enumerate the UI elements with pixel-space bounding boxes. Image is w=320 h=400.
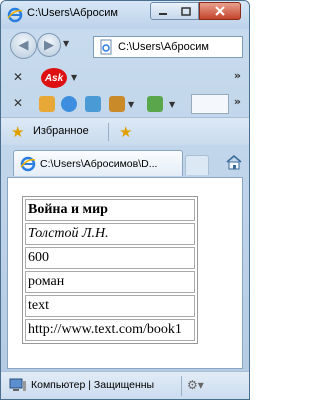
table-cell-pages: 600 (25, 247, 195, 269)
close-toolbar-icon[interactable]: ✕ (13, 70, 23, 84)
tab-label: C:\Users\Абросимов\D... (40, 158, 158, 170)
toolbar-grip[interactable] (191, 94, 229, 114)
table-row: 600 (25, 247, 195, 269)
forward-button[interactable]: ▶ (37, 33, 61, 57)
back-button[interactable]: ◀ (10, 32, 37, 59)
toolbar-icon-5[interactable] (147, 96, 163, 112)
navigation-bar: ◀ ▶ ▼ C:\Users\Абросим (1, 29, 249, 65)
toolbar-icon-3[interactable] (85, 96, 101, 112)
ask-logo[interactable]: Ask (41, 68, 67, 88)
favorites-label[interactable]: Избранное (33, 125, 89, 137)
arrow-left-icon: ◀ (18, 38, 29, 53)
new-tab-button[interactable] (185, 155, 209, 175)
favorites-star-icon[interactable]: ★ (11, 123, 24, 141)
title-bar[interactable]: C:\Users\Абросим (1, 1, 249, 29)
address-text[interactable]: C:\Users\Абросим (118, 41, 209, 53)
add-favorite-icon[interactable]: ★ (119, 123, 132, 141)
minimize-icon (158, 13, 167, 15)
status-text: Компьютер | Защищенны (31, 379, 155, 391)
minimize-button[interactable] (150, 2, 175, 20)
table-row: Война и мир (25, 199, 195, 221)
close-icon (215, 6, 225, 16)
zone-settings-icon[interactable]: ⚙▾ (187, 378, 204, 392)
maximize-icon (181, 6, 191, 16)
arrow-right-icon: ▶ (44, 37, 54, 53)
table-row: роман (25, 271, 195, 293)
book-table: Война и мир Толстой Л.Н. 600 роман text … (22, 196, 198, 344)
dropdown-icon[interactable]: ▼ (169, 100, 175, 109)
status-bar: Компьютер | Защищенны ⚙▾ (1, 371, 249, 399)
divider (108, 123, 109, 141)
dropdown-icon[interactable]: ▼ (128, 100, 134, 109)
page-icon (100, 39, 112, 55)
favorites-bar: ★ Избранное ★ (1, 117, 249, 145)
toolbar-icon-2[interactable] (61, 96, 77, 112)
computer-icon (9, 378, 26, 391)
toolbar-icon-1[interactable] (39, 96, 55, 112)
table-cell-author: Толстой Л.Н. (25, 223, 195, 245)
maximize-button[interactable] (174, 2, 199, 20)
table-row: http://www.text.com/book1 (25, 319, 195, 341)
table-row: Толстой Л.Н. (25, 223, 195, 245)
more-chevron-icon[interactable]: » (234, 95, 241, 108)
table-cell-genre: роман (25, 271, 195, 293)
internet-explorer-icon (20, 156, 36, 172)
tab-active[interactable]: C:\Users\Абросимов\D... (13, 150, 183, 176)
home-icon[interactable] (225, 154, 243, 170)
search-toolbar: ✕ Ask ▼ » (1, 65, 249, 91)
home-toolbar-icon[interactable] (109, 96, 125, 112)
table-row: text (25, 295, 195, 317)
address-bar[interactable]: C:\Users\Абросим (93, 36, 243, 58)
table-cell-title: Война и мир (25, 199, 195, 221)
close-button[interactable] (199, 2, 241, 20)
page-content: Война и мир Толстой Л.Н. 600 роман text … (7, 177, 243, 369)
history-dropdown-icon[interactable]: ▼ (63, 39, 69, 48)
more-chevron-icon[interactable]: » (234, 69, 241, 82)
table-cell-url: http://www.text.com/book1 (25, 319, 195, 341)
tab-bar: C:\Users\Абросимов\D... (1, 145, 249, 177)
browser-window: C:\Users\Абросим ◀ ▶ ▼ C:\Users\Абросим … (0, 0, 250, 400)
divider (181, 376, 182, 396)
window-title: C:\Users\Абросим (27, 7, 118, 19)
internet-explorer-icon (7, 7, 23, 23)
close-toolbar-icon[interactable]: ✕ (13, 96, 23, 110)
command-toolbar: ✕ ▼ ▼ » (1, 91, 249, 117)
table-cell-type: text (25, 295, 195, 317)
ask-dropdown-icon[interactable]: ▼ (71, 73, 77, 82)
